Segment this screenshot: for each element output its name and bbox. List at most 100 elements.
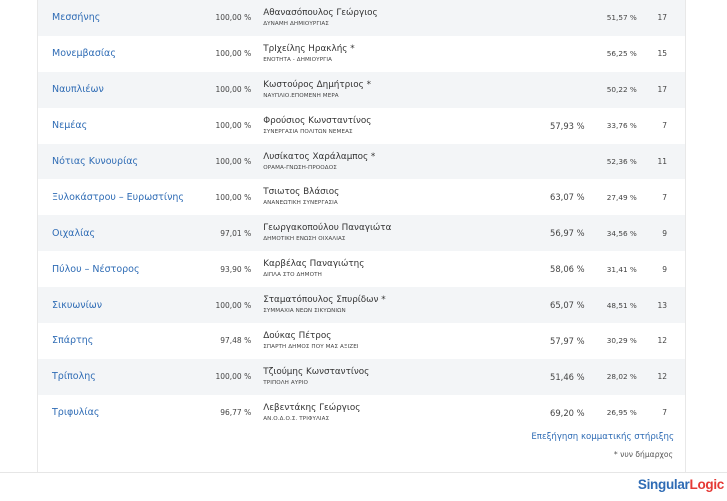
seats-count: 9 — [662, 228, 667, 238]
candidate-name: Καρβέλας Παναγιώτης — [263, 259, 365, 270]
seats-count: 11 — [657, 157, 667, 166]
seats-count: 7 — [662, 192, 667, 202]
results-panel: Μεσσήνης 100,00 % Αθανασόπουλος Γεώργιος ΔΥ… — [37, 0, 686, 472]
second-round-percentage: 56,25 % — [606, 49, 637, 59]
candidate-cell: Λεβεντάκης Γεώργιος ΑΝ.Ο.Δ.Ο.Σ. ΤΡΙΦΥΛΙΑΣ — [251, 395, 499, 431]
table-row: Τρίπολης 100,00 % Τζιούμης Κωνσταντίνος ΤΡΙ… — [38, 358, 685, 395]
candidate-cell: Κωστούρος Δημήτριος * ΝΑΥΠΛΙΟ.ΕΠΟΜΕΝΗ ΜΕΡ… — [251, 72, 499, 108]
second-round-percentage: 26,95 % — [606, 408, 637, 418]
first-round-percentage — [499, 144, 585, 180]
table-row: Οιχαλίας 97,01 % Γεωργακοπούλου Παναγιώτα Δ… — [38, 215, 685, 252]
candidate-party: ΣΥΜΜΑΧΙΑ ΝΕΩΝ ΣΙΚΥΩΝΙΩΝ — [263, 308, 346, 315]
candidate-cell: Φρούσιος Κωνσταντίνος ΣΥΝΕΡΓΑΣΙΑ ΠΟΛΙΤΩΝ … — [251, 108, 499, 144]
second-round-percentage: 51,57 % — [606, 13, 637, 23]
counted-percentage: 100,00 % — [215, 300, 252, 310]
first-round-percentage: 51,46 % — [550, 371, 585, 382]
counted-percentage: 100,00 % — [215, 121, 252, 131]
municipality-link[interactable]: Ναυπλιέων — [38, 72, 199, 108]
candidate-party: ΤΡΙΠΟΛΗ ΑΥΡΙΟ — [263, 379, 309, 386]
first-round-percentage: 58,06 % — [550, 264, 585, 275]
logo-text-logic: Logic — [689, 477, 725, 492]
municipality-link[interactable]: Μεσσήνης — [38, 0, 199, 36]
second-round-percentage: 50,22 % — [606, 85, 637, 95]
seats-count: 7 — [662, 408, 667, 418]
seats-count: 17 — [657, 13, 667, 23]
municipality-link[interactable]: Νότιας Κυνουρίας — [38, 144, 199, 180]
municipality-link[interactable]: Τριφυλίας — [38, 395, 199, 431]
municipality-link[interactable]: Πύλου – Νέστορος — [38, 251, 199, 287]
counted-percentage: 100,00 % — [215, 85, 252, 95]
seats-count: 13 — [657, 300, 667, 310]
party-support-explanation-link[interactable]: Επεξήγηση κομματικής στήριξης — [531, 432, 674, 442]
counted-percentage: 100,00 % — [215, 157, 252, 166]
second-round-percentage: 28,02 % — [606, 372, 637, 382]
table-row: Σικυωνίων 100,00 % Σταματόπουλος Σπυρίδων … — [38, 287, 685, 324]
first-round-percentage: 65,07 % — [550, 300, 585, 311]
candidate-name: Τζιούμης Κωνσταντίνος — [263, 366, 370, 377]
singularlogic-logo[interactable]: SingularLogic — [638, 477, 724, 492]
candidate-party: ΔΙΠΛΑ ΣΤΟ ΔΗΜΟΤΗ — [263, 272, 322, 279]
second-round-percentage: 34,56 % — [606, 228, 637, 238]
municipality-link[interactable]: Τρίπολης — [38, 359, 199, 395]
candidate-party: ΔΥΝΑΜΗ ΔΗΜΙΟΥΡΓΙΑΣ — [263, 20, 329, 27]
table-row: Ναυπλιέων 100,00 % Κωστούρος Δημήτριος * ΝΑ… — [38, 71, 685, 108]
results-table: Μεσσήνης 100,00 % Αθανασόπουλος Γεώργιος ΔΥ… — [38, 0, 685, 431]
municipality-link[interactable]: Νεμέας — [38, 108, 199, 144]
municipality-link[interactable]: Σπάρτης — [38, 323, 199, 359]
second-round-percentage: 33,76 % — [606, 121, 637, 131]
candidate-name: Λυσίκατος Χαράλαμπος * — [263, 151, 376, 162]
candidate-name: Φρούσιος Κωνσταντίνος — [263, 115, 372, 126]
candidate-party: ΣΥΝΕΡΓΑΣΙΑ ΠΟΛΙΤΩΝ ΝΕΜΕΑΣ — [263, 128, 353, 135]
first-round-percentage — [499, 0, 585, 36]
counted-percentage: 93,90 % — [220, 264, 252, 274]
table-row: Σπάρτης 97,48 % Δούκας Πέτρος ΣΠΑΡΤΗ ΔΗΜΟΣ … — [38, 323, 685, 359]
candidate-cell: Αθανασόπουλος Γεώργιος ΔΥΝΑΜΗ ΔΗΜΙΟΥΡΓΙΑΣ — [251, 0, 499, 36]
candidate-cell: Τζιούμης Κωνσταντίνος ΤΡΙΠΟΛΗ ΑΥΡΙΟ — [251, 359, 499, 395]
incumbent-mayor-footnote: * νυν δήμαρχος — [613, 450, 673, 459]
municipality-link[interactable]: Σικυωνίων — [38, 287, 199, 323]
table-row: Νεμέας 100,00 % Φρούσιος Κωνσταντίνος ΣΥΝΕΡ… — [38, 107, 685, 144]
candidate-party: ΕΝΟΤΗΤΑ - ΔΗΜΙΟΥΡΓΙΑ — [263, 56, 333, 63]
first-round-percentage: 57,93 % — [550, 120, 585, 131]
footer-bar — [0, 472, 727, 501]
candidate-name: Αθανασόπουλος Γεώργιος — [263, 7, 378, 18]
counted-percentage: 96,77 % — [220, 408, 252, 418]
seats-count: 15 — [657, 49, 667, 59]
counted-percentage: 97,48 % — [220, 336, 252, 346]
candidate-party: ΟΡΑΜΑ-ΓΝΩΣΗ-ΠΡΟΟΔΟΣ — [263, 164, 337, 171]
first-round-percentage: 56,97 % — [550, 228, 585, 239]
first-round-percentage: 57,97 % — [550, 335, 585, 346]
results-page: Μεσσήνης 100,00 % Αθανασόπουλος Γεώργιος ΔΥ… — [0, 0, 727, 501]
candidate-cell: Τσιωτος Βλάσιος ΑΝΑΝΕΩΤΙΚΗ ΣΥΝΕΡΓΑΣΙΑ — [251, 179, 499, 215]
seats-count: 7 — [662, 121, 667, 131]
table-row: Μονεμβασίας 100,00 % ΤρIχείλης Ηρακλής * ΕΝ… — [38, 35, 685, 72]
candidate-party: ΔΗΜΟΤΙΚΗ ΕΝΩΣΗ ΟΙΧΑΛΙΑΣ — [263, 236, 346, 243]
candidate-party: ΝΑΥΠΛΙΟ.ΕΠΟΜΕΝΗ ΜΕΡΑ — [263, 92, 339, 99]
municipality-link[interactable]: Οιχαλίας — [38, 215, 199, 251]
candidate-cell: Καρβέλας Παναγιώτης ΔΙΠΛΑ ΣΤΟ ΔΗΜΟΤΗ — [251, 251, 499, 287]
candidate-cell: Σταματόπουλος Σπυρίδων * ΣΥΜΜΑΧΙΑ ΝΕΩΝ ΣΙ… — [251, 287, 499, 323]
municipality-link[interactable]: Μονεμβασίας — [38, 36, 199, 72]
second-round-percentage: 30,29 % — [606, 336, 637, 346]
municipality-link[interactable]: Ξυλοκάστρου – Ευρωστίνης — [38, 179, 199, 215]
second-round-percentage: 27,49 % — [606, 192, 637, 202]
candidate-cell: Γεωργακοπούλου Παναγιώτα ΔΗΜΟΤΙΚΗ ΕΝΩΣΗ Ο… — [251, 215, 499, 251]
results-table-body: Μεσσήνης 100,00 % Αθανασόπουλος Γεώργιος ΔΥ… — [38, 0, 685, 431]
second-round-percentage: 52,36 % — [606, 157, 637, 166]
seats-count: 17 — [657, 85, 667, 95]
candidate-name: Λεβεντάκης Γεώργιος — [263, 402, 361, 413]
candidate-name: Σταματόπουλος Σπυρίδων * — [263, 295, 386, 306]
counted-percentage: 100,00 % — [215, 13, 252, 23]
seats-count: 9 — [662, 264, 667, 274]
second-round-percentage: 48,51 % — [606, 300, 637, 310]
table-row: Νότιας Κυνουρίας 100,00 % Λυσίκατος Χαράλα… — [38, 143, 685, 180]
second-round-percentage: 31,41 % — [606, 264, 637, 274]
candidate-name: ΤρIχείλης Ηρακλής * — [263, 43, 355, 54]
logo-text-singular: Singular — [637, 477, 690, 492]
candidate-cell: Δούκας Πέτρος ΣΠΑΡΤΗ ΔΗΜΟΣ ΠΟΥ ΜΑΣ ΑΞΙΖΕΙ — [251, 323, 499, 359]
first-round-percentage — [499, 36, 585, 72]
table-row: Ξυλοκάστρου – Ευρωστίνης 100,00 % Τσιωτος … — [38, 179, 685, 216]
first-round-percentage: 69,20 % — [550, 407, 585, 418]
seats-count: 12 — [657, 336, 667, 346]
table-row: Πύλου – Νέστορος 93,90 % Καρβέλας Παναγιώτ… — [38, 251, 685, 288]
